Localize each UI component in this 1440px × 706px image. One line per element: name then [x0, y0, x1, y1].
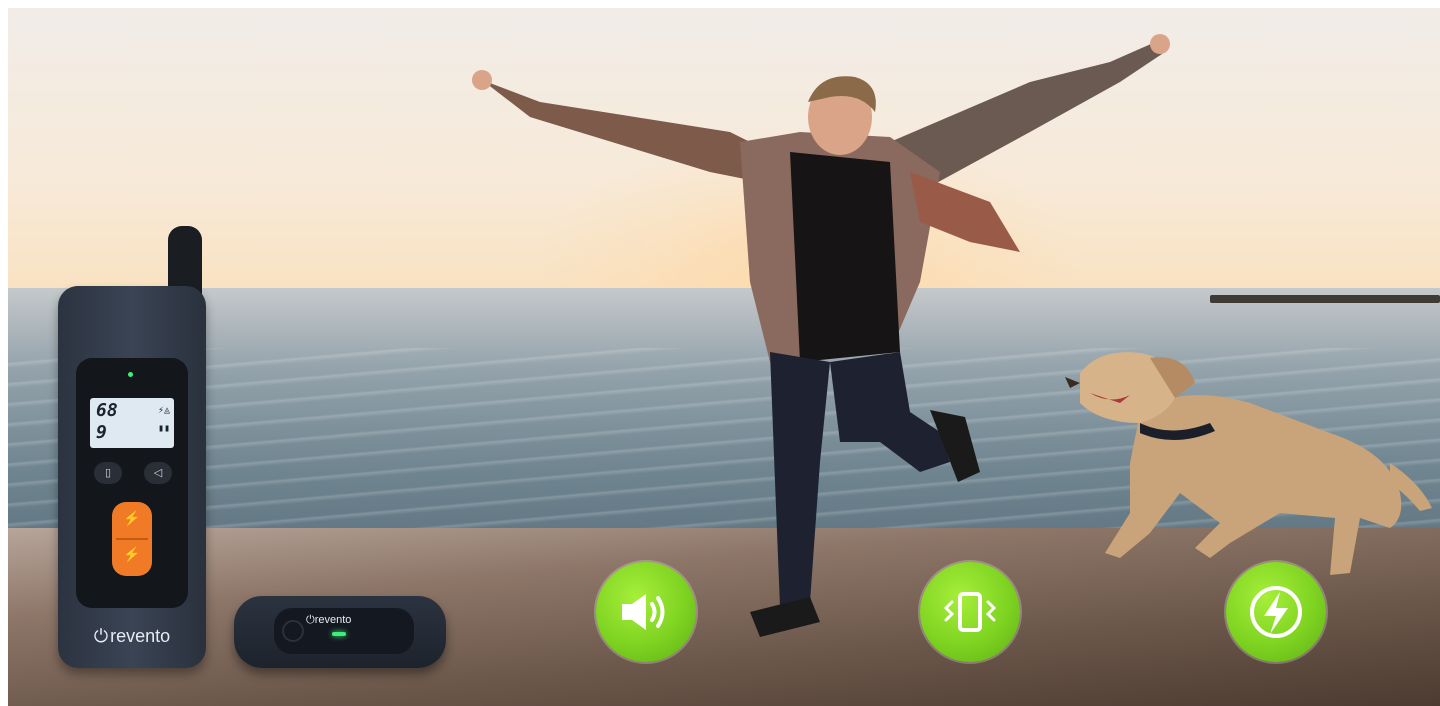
receiver-brand: ⏻revento: [306, 614, 352, 626]
lightning-icon: [1250, 586, 1302, 638]
status-led: [128, 372, 133, 377]
transmitter-brand: ⏻ revento: [93, 626, 171, 646]
dog: [1065, 352, 1432, 575]
collar-receiver: ⏻revento: [234, 596, 446, 668]
shock-buttons[interactable]: ⚡ ⚡: [112, 502, 152, 576]
remote-transmitter: 68 9 ⚡◬ ▮▮ ▯ ◁ ⚡ ⚡ ⏻ revento: [58, 226, 206, 668]
feature-sound: [596, 562, 696, 662]
lightning-icon: ⚡: [123, 510, 141, 526]
feature-static-shock: [1226, 562, 1326, 662]
vibrate-button[interactable]: ▯: [94, 462, 122, 484]
double-lightning-icon: ⚡: [123, 546, 141, 562]
power-icon: ⏻: [93, 626, 109, 646]
beach-photo: 68 9 ⚡◬ ▮▮ ▯ ◁ ⚡ ⚡ ⏻ revento ⏻revento: [8, 8, 1440, 706]
lcd-screen: 68 9 ⚡◬ ▮▮: [90, 398, 174, 448]
lcd-mode-icons: ⚡◬ ▮▮: [157, 405, 170, 434]
receiver-led: [332, 632, 346, 636]
speaker-icon: [622, 594, 665, 630]
lcd-channel: 9: [96, 422, 107, 443]
vibration-icon: [943, 592, 997, 632]
lcd-level: 68: [96, 400, 118, 421]
sound-button[interactable]: ◁: [144, 462, 172, 484]
distant-pier: [1210, 295, 1440, 303]
feature-vibration: [920, 562, 1020, 662]
receiver-button: [282, 620, 304, 642]
